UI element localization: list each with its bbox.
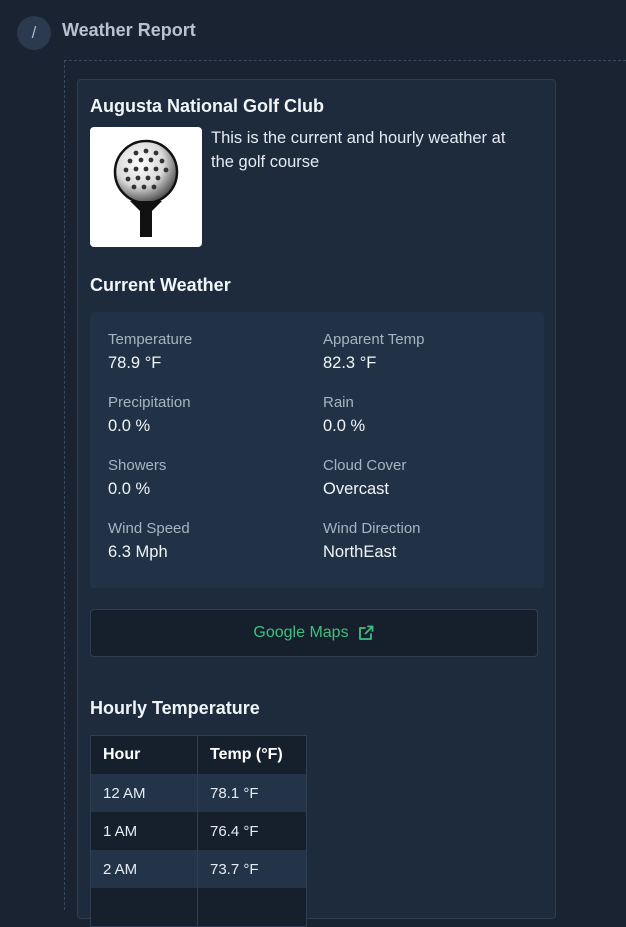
metric-label: Wind Speed bbox=[108, 520, 190, 537]
metric-wind-direction: Wind Direction NorthEast bbox=[323, 520, 421, 562]
hour-cell: 1 AM bbox=[90, 812, 198, 850]
metric-value: NorthEast bbox=[323, 543, 397, 561]
metric-temperature: Temperature 78.9 °F bbox=[108, 331, 192, 373]
metric-wind-speed: Wind Speed 6.3 Mph bbox=[108, 520, 190, 562]
metric-value: Overcast bbox=[323, 480, 390, 498]
google-maps-label: Google Maps bbox=[253, 624, 349, 641]
metric-label: Precipitation bbox=[108, 394, 191, 411]
google-maps-button[interactable]: Google Maps bbox=[90, 609, 538, 657]
table-row: 1 AM 76.4 °F bbox=[90, 812, 307, 850]
course-name: Augusta National Golf Club bbox=[90, 96, 324, 116]
external-link-icon bbox=[358, 625, 373, 640]
hourly-temperature-table: Hour Temp (°F) 12 AM 78.1 °F 1 AM 76.4 °… bbox=[90, 735, 307, 927]
course-description: This is the current and hourly weather a… bbox=[211, 129, 506, 171]
temp-cell: 76.4 °F bbox=[197, 812, 307, 850]
metric-label: Apparent Temp bbox=[323, 331, 425, 348]
table-row: 2 AM 73.7 °F bbox=[90, 850, 307, 888]
metric-showers: Showers 0.0 % bbox=[108, 457, 166, 499]
page-header: / Weather Report bbox=[0, 0, 626, 60]
hour-cell: 12 AM bbox=[90, 774, 198, 812]
metric-label: Cloud Cover bbox=[323, 457, 407, 474]
metric-value: 6.3 Mph bbox=[108, 543, 168, 561]
temp-cell: 73.7 °F bbox=[197, 850, 307, 888]
metric-label: Temperature bbox=[108, 331, 193, 348]
page-title: Weather Report bbox=[62, 20, 196, 40]
course-image bbox=[90, 127, 202, 247]
hourly-temperature-title: Hourly Temperature bbox=[90, 698, 260, 718]
column-header-hour: Hour bbox=[90, 735, 198, 774]
table-row bbox=[90, 888, 307, 927]
temp-cell bbox=[197, 888, 307, 927]
metric-value: 0.0 % bbox=[108, 417, 151, 435]
metric-cloud-cover: Cloud Cover Overcast bbox=[323, 457, 406, 499]
metric-label: Wind Direction bbox=[323, 520, 421, 537]
metric-label: Showers bbox=[108, 457, 167, 474]
hour-cell: 2 AM bbox=[90, 850, 198, 888]
current-weather-title: Current Weather bbox=[90, 275, 231, 295]
hour-cell bbox=[90, 888, 198, 927]
metric-value: 0.0 % bbox=[108, 480, 151, 498]
metric-value: 78.9 °F bbox=[108, 354, 162, 372]
breadcrumb-separator-badge[interactable]: / bbox=[17, 16, 51, 50]
metric-value: 82.3 °F bbox=[323, 354, 377, 372]
metric-precipitation: Precipitation 0.0 % bbox=[108, 394, 191, 436]
metric-apparent-temp: Apparent Temp 82.3 °F bbox=[323, 331, 424, 373]
metric-rain: Rain 0.0 % bbox=[323, 394, 365, 436]
table-header-row: Hour Temp (°F) bbox=[90, 735, 307, 774]
metric-label: Rain bbox=[323, 394, 354, 411]
column-header-temp: Temp (°F) bbox=[197, 735, 307, 774]
golf-ball-on-tee-icon bbox=[113, 139, 179, 237]
temp-cell: 78.1 °F bbox=[197, 774, 307, 812]
metric-value: 0.0 % bbox=[323, 417, 366, 435]
table-row: 12 AM 78.1 °F bbox=[90, 774, 307, 812]
